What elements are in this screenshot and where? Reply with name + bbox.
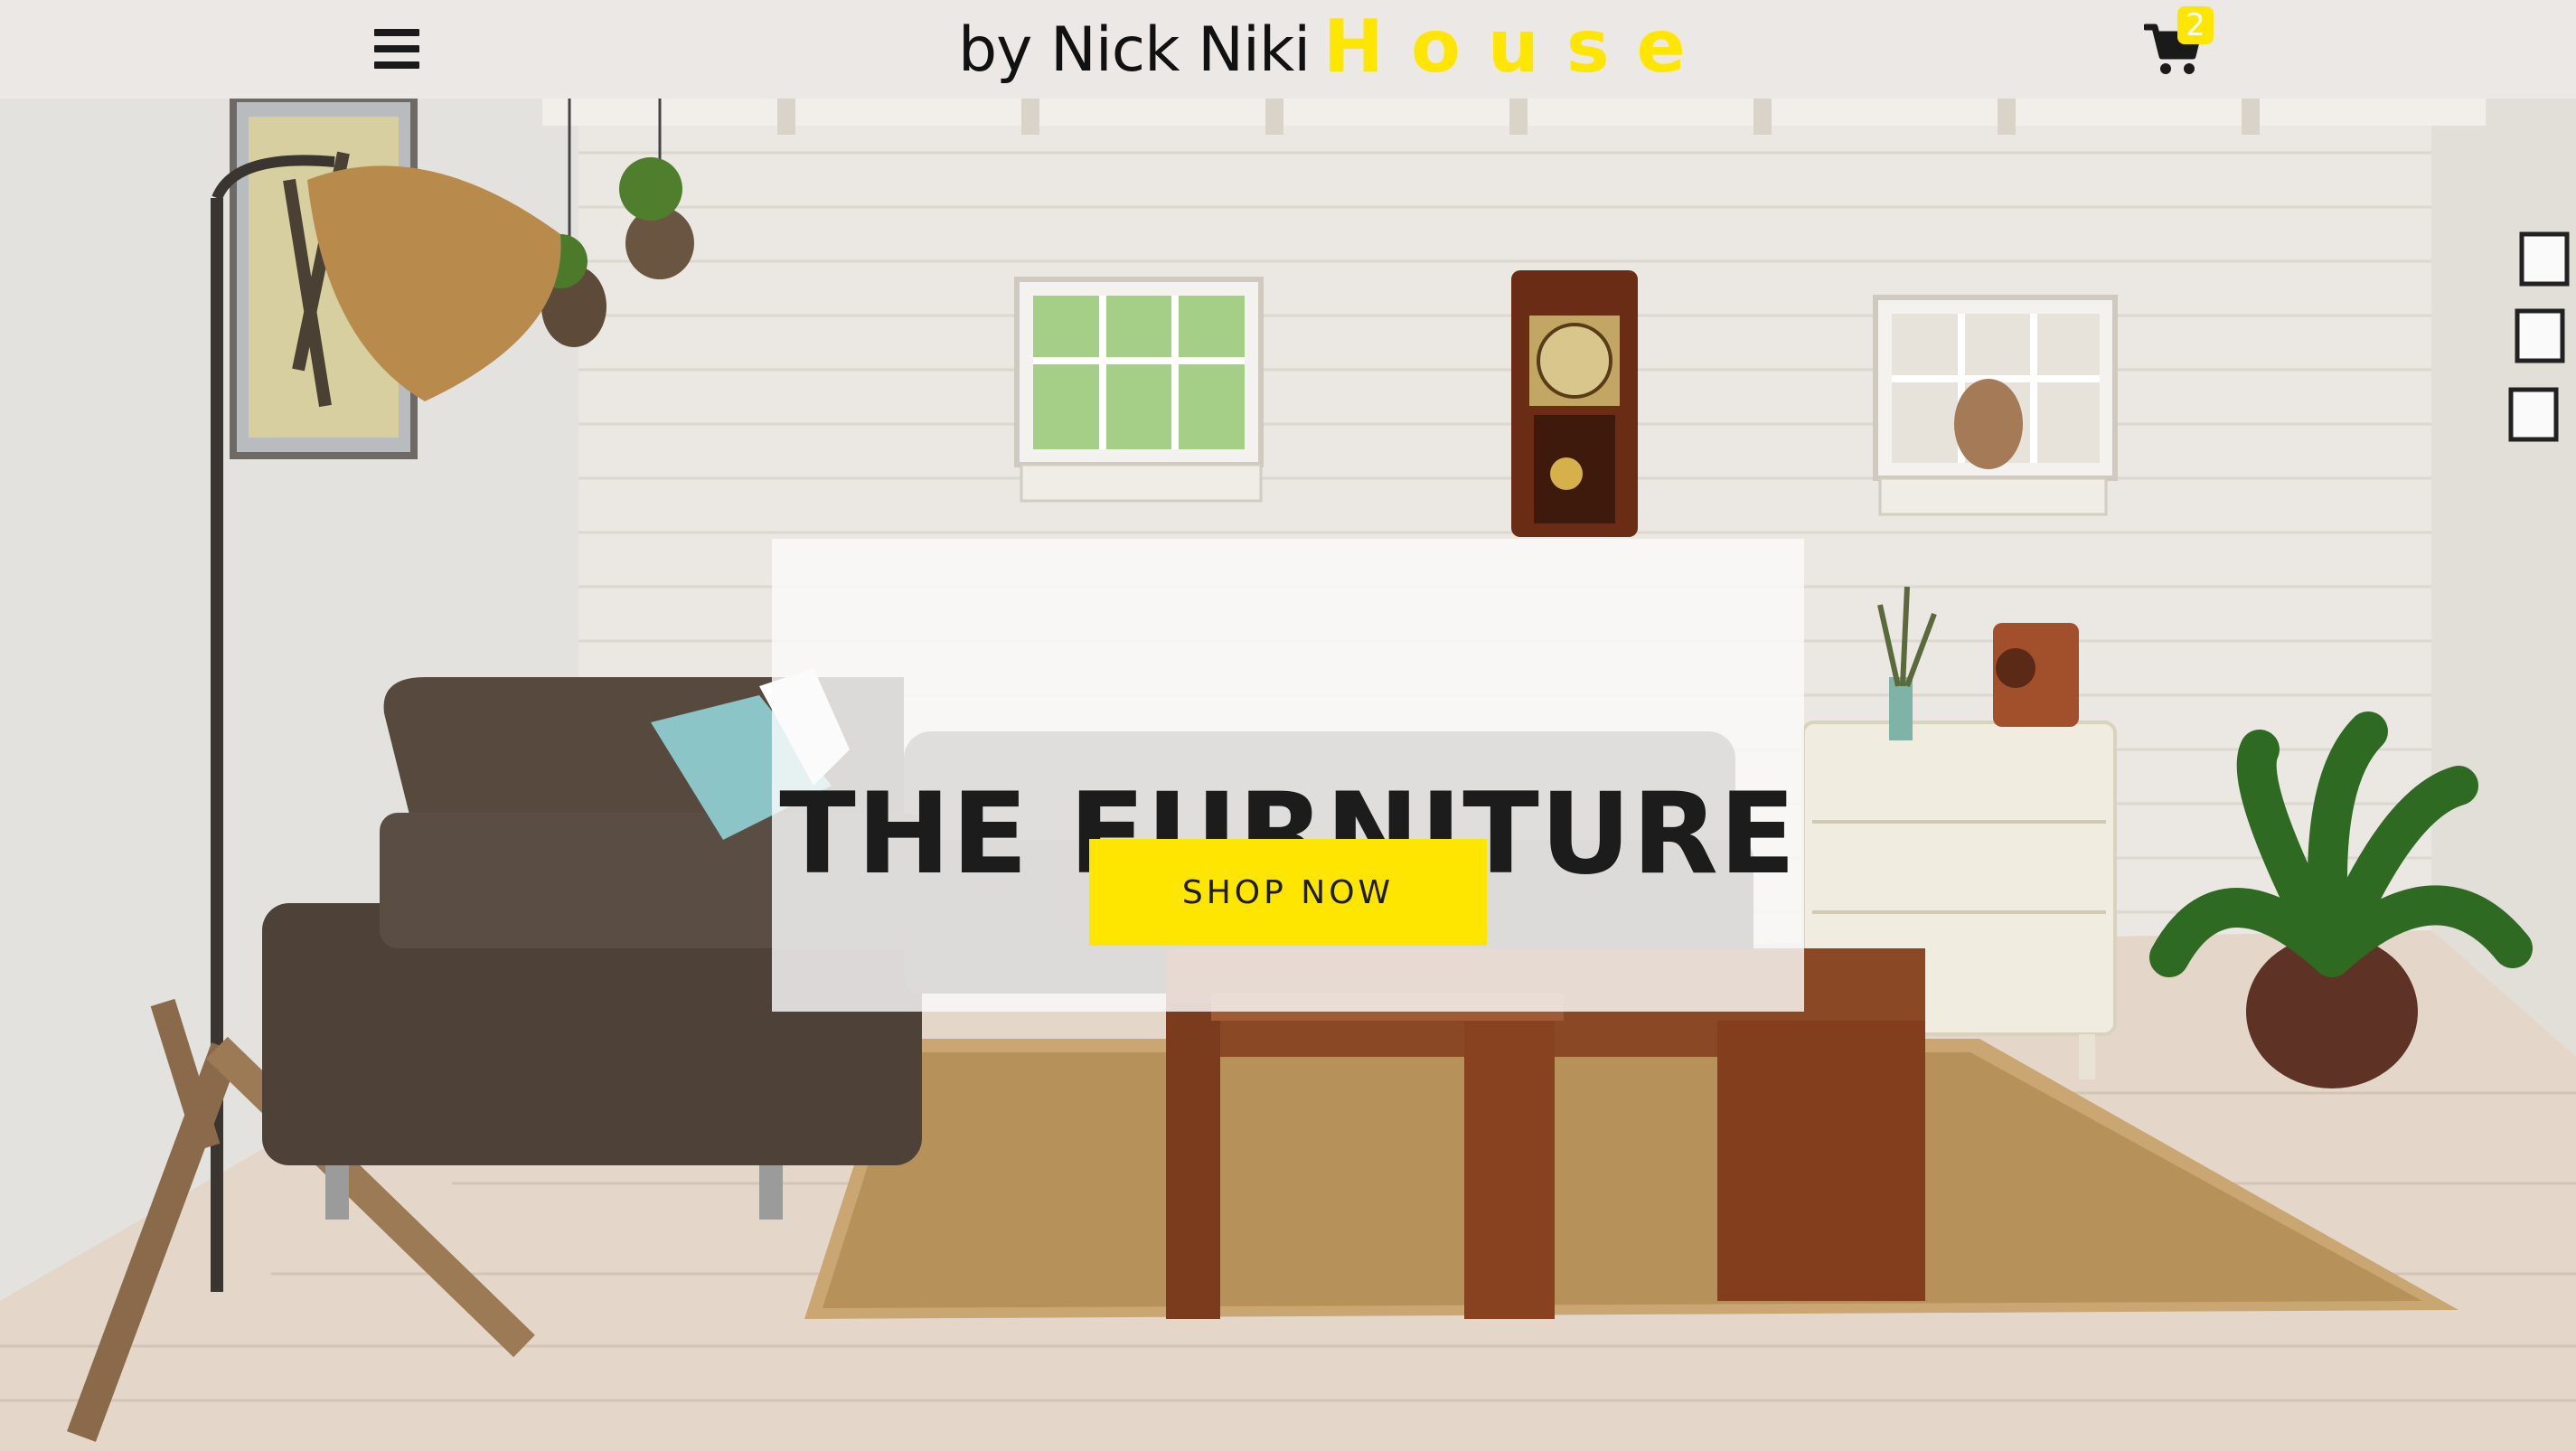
hero-banner: THE FURNITURE <box>0 99 2576 1451</box>
brand-prefix: by Nick Niki <box>958 14 1311 86</box>
shop-now-button[interactable]: SHOP NOW <box>1089 839 1487 946</box>
top-navbar: by Nick Niki House 2 <box>0 0 2576 99</box>
brand-logo[interactable]: by Nick Niki House <box>958 5 1686 96</box>
brand-name: House <box>1323 5 1713 89</box>
cart-count-badge: 2 <box>2177 6 2214 44</box>
hamburger-menu-icon[interactable] <box>374 29 419 69</box>
